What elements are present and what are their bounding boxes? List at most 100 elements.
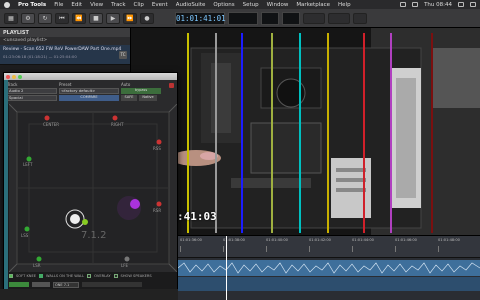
speaker-label-right: RIGHT <box>111 122 124 127</box>
overlay-label: OVERLAY <box>94 274 111 278</box>
native-button[interactable]: Native <box>139 95 157 101</box>
link-toggle[interactable] <box>32 282 50 287</box>
pan-puck-secondary[interactable] <box>82 219 88 225</box>
ruler-tick: 01:01:42:00 <box>309 238 331 242</box>
playhead[interactable] <box>226 236 227 300</box>
return-to-zero-button[interactable]: ⏮ <box>55 12 69 24</box>
panner-titlebar[interactable] <box>4 73 177 80</box>
bottom-strip <box>0 289 178 300</box>
speaker-lsr-icon <box>36 256 42 262</box>
timeline-ruler[interactable]: 01:01:36:00 01:01:38:00 01:01:40:00 01:0… <box>178 236 480 258</box>
waveform <box>177 262 480 274</box>
playlist-item-sub: 01:23:06:18 (01:18:21) — 01:25:04:00 <box>3 54 77 59</box>
pan-puck[interactable] <box>70 214 80 224</box>
cpu-display <box>282 11 300 25</box>
menubar-clock[interactable]: Thu 08:44 <box>424 2 452 8</box>
playlist-subheader[interactable]: <unsaved playlist> <box>0 37 130 45</box>
menu-event[interactable]: Event <box>152 2 168 8</box>
stop-button[interactable]: ■ <box>89 12 103 24</box>
sync-button[interactable] <box>328 12 350 24</box>
ruler-mark <box>266 246 267 252</box>
ruler-mark <box>309 246 310 252</box>
speaker-right-icon <box>112 115 118 121</box>
close-icon[interactable] <box>6 74 10 79</box>
preset-select[interactable]: <factory default> <box>59 88 119 94</box>
overlay-checkbox[interactable] <box>87 274 92 278</box>
speaker-label-rss: RSS <box>153 146 161 151</box>
sub-counter <box>228 11 258 25</box>
walls-indicator <box>39 274 44 278</box>
menu-bar: Pro Tools File Edit View Track Clip Even… <box>0 0 480 9</box>
playlist-tc-button[interactable]: TC <box>119 51 127 59</box>
panner-bottom-bar: ONE 7.1 <box>9 281 177 288</box>
compare-button[interactable]: COMPARE <box>59 95 119 101</box>
ruler-tick: 01:01:36:00 <box>180 238 202 242</box>
minimize-icon[interactable] <box>12 74 16 79</box>
speaker-left-icon <box>26 156 32 162</box>
soft-knee-label: SOFT KNEE <box>16 274 37 278</box>
show-speakers-label: SHOW SPEAKERS <box>120 274 152 278</box>
speaker-label-lfe: LFE <box>121 263 129 268</box>
sync-icon[interactable]: ↻ <box>38 12 52 24</box>
surround-panner-window[interactable]: Track Audio 2 Spacial Preset <factory de… <box>3 72 178 291</box>
fast-forward-button[interactable]: ⏩ <box>123 12 137 24</box>
playlist-item-title: Review - Scan 652 FW ReV PowerDAW Part O… <box>3 47 122 52</box>
settings-icon[interactable] <box>353 12 367 24</box>
panner-header: Track Audio 2 Spacial Preset <factory de… <box>4 80 177 104</box>
menu-help[interactable]: Help <box>338 2 351 8</box>
timeline-panel: 01:01:36:00 01:01:38:00 01:01:40:00 01:0… <box>177 235 480 300</box>
rewind-button[interactable]: ⏪ <box>72 12 86 24</box>
menu-list-icon[interactable] <box>470 2 476 7</box>
speaker-lss-icon <box>24 226 30 232</box>
menu-window[interactable]: Window <box>267 2 289 8</box>
ruler-tick: 01:01:44:00 <box>352 238 374 242</box>
wifi-icon[interactable] <box>412 2 419 7</box>
speaker-label-lsr: LSR <box>33 263 41 268</box>
menu-file[interactable]: File <box>54 2 63 8</box>
bypass-icon[interactable] <box>169 83 174 88</box>
search-icon[interactable] <box>458 2 464 7</box>
app-name[interactable]: Pro Tools <box>18 2 46 8</box>
menu-options[interactable]: Options <box>213 2 234 8</box>
track-select[interactable]: Audio 2 <box>7 88 57 94</box>
walls-label: WALLS ON THE WALL <box>46 274 85 278</box>
menu-marketplace[interactable]: Marketplace <box>296 2 330 8</box>
speaker-lfe-icon <box>124 256 130 262</box>
ruler-mark <box>180 246 181 252</box>
mode-select[interactable]: Spacial <box>7 95 57 101</box>
menu-clip[interactable]: Clip <box>134 2 144 8</box>
audio-track-2-clip[interactable] <box>178 277 480 291</box>
playlist-item[interactable]: Review - Scan 652 FW ReV PowerDAW Part O… <box>0 45 130 65</box>
panner-options: SOFT KNEE WALLS ON THE WALL OVERLAY SHOW… <box>9 272 177 280</box>
format-select[interactable]: ONE 7.1 <box>53 281 79 288</box>
ruler-tick: 01:01:48:00 <box>438 238 460 242</box>
menu-setup[interactable]: Setup <box>243 2 259 8</box>
link-button[interactable] <box>303 12 325 24</box>
online-button[interactable]: ⚙ <box>21 12 35 24</box>
track-label: Track <box>7 82 18 87</box>
zoom-icon[interactable] <box>18 74 22 79</box>
video-timecode-overlay: :41:03 <box>177 210 217 223</box>
ruler-mark <box>395 246 396 252</box>
grid-icon[interactable]: ▦ <box>4 12 18 24</box>
play-button[interactable]: ▶ <box>106 12 120 24</box>
menu-edit[interactable]: Edit <box>71 2 82 8</box>
record-button[interactable]: ● <box>140 12 154 24</box>
menu-audiosuite[interactable]: AudioSuite <box>176 2 206 8</box>
soft-knee-checkbox[interactable] <box>9 274 13 278</box>
auto-label: Auto <box>121 82 131 87</box>
ruler-mark <box>223 246 224 252</box>
battery-icon[interactable] <box>400 2 407 7</box>
menu-view[interactable]: View <box>90 2 103 8</box>
apple-icon[interactable] <box>4 1 10 8</box>
playlist-header: PLAYLIST <box>0 28 130 37</box>
speaker-label-rsr: RSR <box>153 208 161 213</box>
menu-track[interactable]: Track <box>111 2 125 8</box>
speaker-rss-icon <box>156 139 162 145</box>
speaker-label-center: CENTER <box>43 122 59 127</box>
safe-button[interactable]: SAFE <box>121 95 137 101</box>
panner-field[interactable]: CENTER RIGHT LEFT RSS LSS RSR LSR LFE 7.… <box>9 104 177 272</box>
speaker-label-lss: LSS <box>21 233 29 238</box>
audio-track-clip[interactable] <box>177 260 480 276</box>
show-speakers-checkbox[interactable] <box>113 274 118 278</box>
